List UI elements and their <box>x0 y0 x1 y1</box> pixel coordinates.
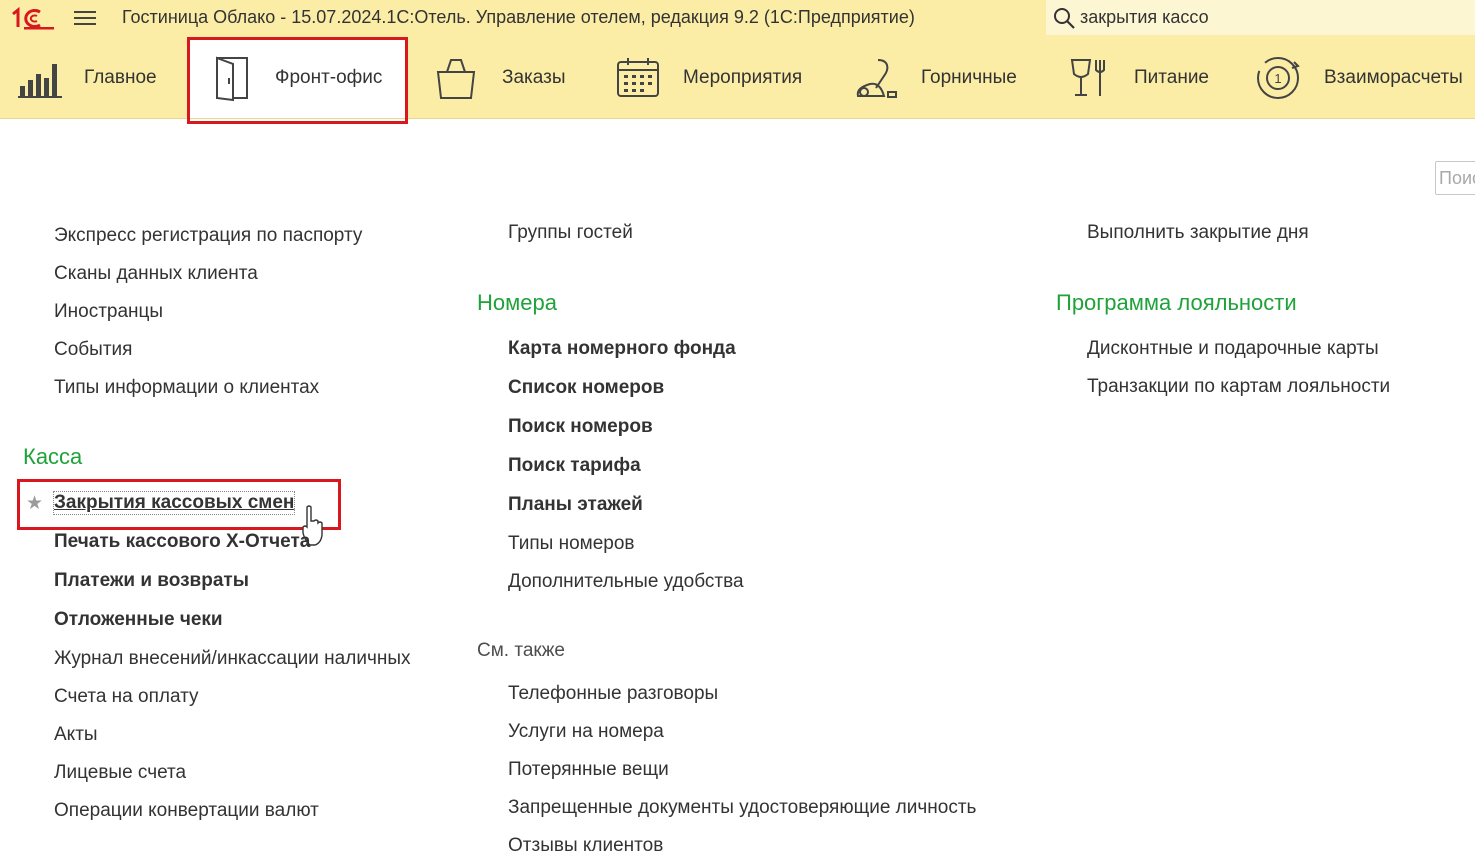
menu-link-discount-cards[interactable]: Дисконтные и подарочные карты <box>1087 338 1379 360</box>
menu-link-payments-refunds[interactable]: Платежи и возвраты <box>54 570 249 592</box>
section-label: Взаиморасчеты <box>1324 67 1463 88</box>
section-label: Заказы <box>502 67 566 88</box>
window-title: Гостиница Облако - 15.07.2024.1С:Отель. … <box>122 7 915 27</box>
menu-link-client-reviews[interactable]: Отзывы клиентов <box>508 835 663 857</box>
group-title-kassa: Касса <box>23 444 83 469</box>
section-orders[interactable]: Заказы <box>420 38 600 118</box>
coin-cycle-icon: 1 <box>1257 57 1300 99</box>
shopping-bag-icon <box>436 59 476 99</box>
glass-fork-icon <box>1070 59 1105 96</box>
menu-link-express-registration[interactable]: Экспресс регистрация по паспорту <box>54 225 362 247</box>
section-label: Питание <box>1134 67 1209 88</box>
vacuum-cleaner-icon <box>856 59 897 98</box>
menu-link-rate-search[interactable]: Поиск тарифа <box>508 455 641 477</box>
menu-link-x-report[interactable]: Печать кассового X-Отчета <box>54 531 310 553</box>
menu-link-room-services[interactable]: Услуги на номера <box>508 721 664 743</box>
menu-link-cash-journal[interactable]: Журнал внесений/инкассации наличных <box>54 648 411 670</box>
menu-link-acts[interactable]: Акты <box>54 724 98 746</box>
menu-link-guest-groups[interactable]: Группы гостей <box>508 222 633 244</box>
group-title-see-also: См. также <box>477 640 565 661</box>
menu-link-personal-accounts[interactable]: Лицевые счета <box>54 762 186 784</box>
section-settlements[interactable]: 1 Взаиморасчеты <box>1240 38 1475 118</box>
menu-link-phone-calls[interactable]: Телефонные разговоры <box>508 683 718 705</box>
menu-link-loyalty-transactions[interactable]: Транзакции по картам лояльности <box>1087 376 1390 398</box>
section-food[interactable]: Питание <box>1058 38 1238 118</box>
menu-link-client-info-types[interactable]: Типы информации о клиентах <box>54 377 319 399</box>
menu-link-room-search[interactable]: Поиск номеров <box>508 416 653 438</box>
menu-link-client-scans[interactable]: Сканы данных клиента <box>54 263 258 285</box>
menu-link-amenities[interactable]: Дополнительные удобства <box>508 571 744 593</box>
section-label: Главное <box>84 67 157 88</box>
bar-chart-icon <box>18 64 62 98</box>
menu-link-deferred-receipts[interactable]: Отложенные чеки <box>54 609 223 631</box>
menu-link-room-types[interactable]: Типы номеров <box>508 533 635 555</box>
global-search-input[interactable]: закрытия кассо <box>1080 7 1209 28</box>
main-menu-icon[interactable] <box>74 8 96 28</box>
section-label: Горничные <box>921 67 1017 88</box>
section-label: Мероприятия <box>683 67 803 88</box>
group-title-loyalty: Программа лояльности <box>1056 290 1297 315</box>
panel-search-placeholder: Поиск <box>1439 168 1475 188</box>
menu-link-floor-plans[interactable]: Планы этажей <box>508 494 643 516</box>
menu-link-foreigners[interactable]: Иностранцы <box>54 301 163 323</box>
menu-link-currency-conversion[interactable]: Операции конвертации валют <box>54 800 319 822</box>
menu-link-events[interactable]: События <box>54 339 132 361</box>
1c-logo-icon[interactable] <box>10 5 56 31</box>
calendar-icon <box>617 58 659 97</box>
menu-link-room-list[interactable]: Список номеров <box>508 377 664 399</box>
menu-link-lost-items[interactable]: Потерянные вещи <box>508 759 669 781</box>
group-title-rooms: Номера <box>477 290 557 315</box>
menu-link-forbidden-documents[interactable]: Запрещенные документы удостоверяющие лич… <box>508 797 976 819</box>
section-housekeeping[interactable]: Горничные <box>838 38 1038 118</box>
search-icon[interactable] <box>1052 6 1076 30</box>
panel-search-input[interactable]: Поиск <box>1435 161 1475 195</box>
highlight-frame <box>187 37 408 124</box>
menu-link-room-map[interactable]: Карта номерного фонда <box>508 338 736 360</box>
menu-link-day-closure[interactable]: Выполнить закрытие дня <box>1087 222 1309 244</box>
svg-text:1: 1 <box>1274 71 1281 86</box>
section-main[interactable]: Главное <box>0 38 185 118</box>
menu-link-invoices[interactable]: Счета на оплату <box>54 686 199 708</box>
title-bar: Гостиница Облако - 15.07.2024.1С:Отель. … <box>0 0 1475 38</box>
section-events[interactable]: Мероприятия <box>600 38 830 118</box>
highlight-frame <box>17 479 341 530</box>
